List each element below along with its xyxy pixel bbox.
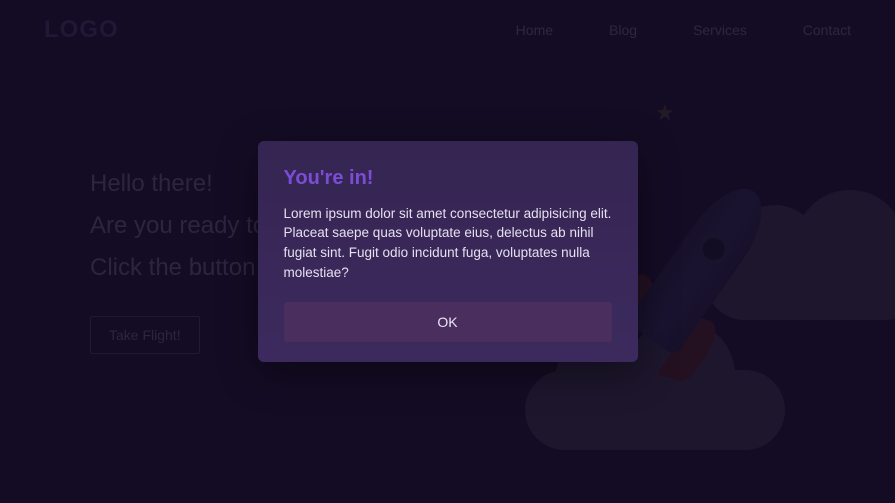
page: LOGO Home Blog Services Contact Hello th…: [0, 0, 895, 503]
ok-button[interactable]: OK: [284, 302, 612, 342]
modal-overlay[interactable]: You're in! Lorem ipsum dolor sit amet co…: [0, 0, 895, 503]
modal-body-text: Lorem ipsum dolor sit amet consectetur a…: [284, 204, 612, 282]
modal-title: You're in!: [284, 167, 612, 190]
success-modal: You're in! Lorem ipsum dolor sit amet co…: [258, 141, 638, 362]
